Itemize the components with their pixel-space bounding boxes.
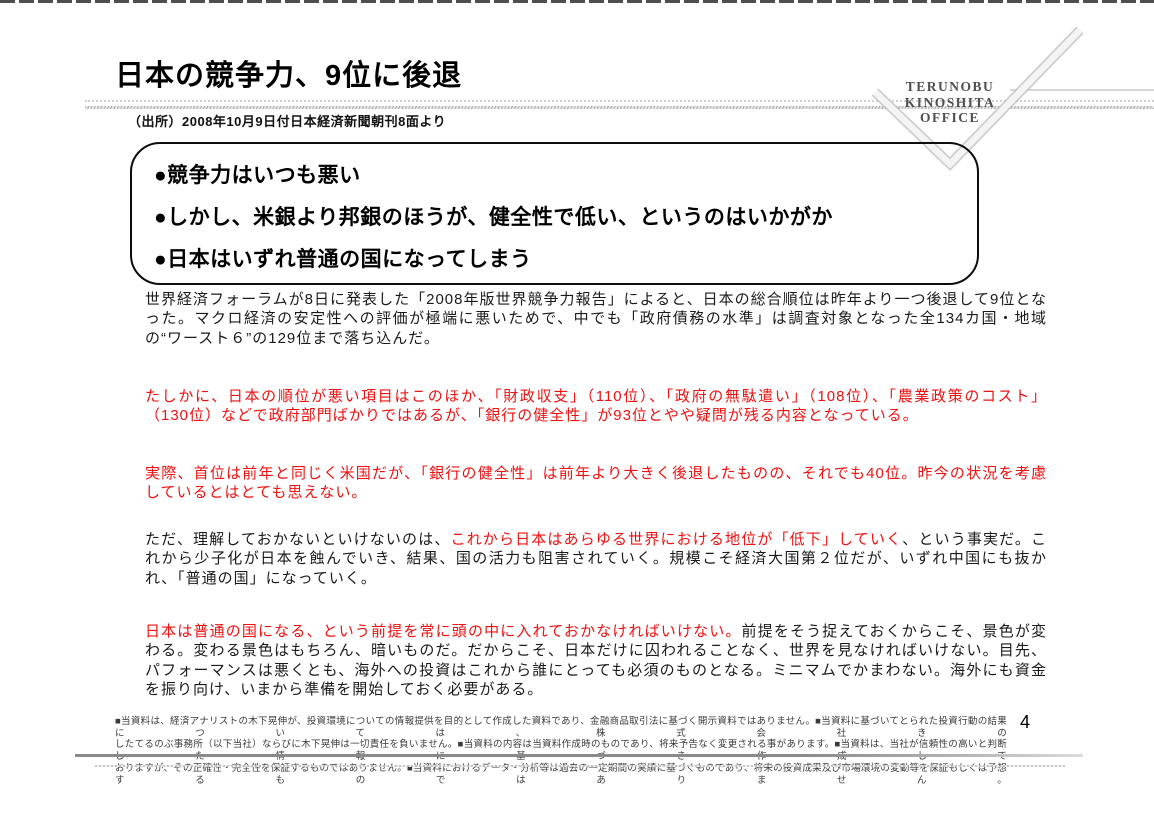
presentation-slide: 日本の競争力、9位に後退 （出所）2008年10月9日付日本経済新聞朝刊8面より… bbox=[0, 0, 1154, 817]
key-point-2: ●しかし、米銀より邦銀のほうが、健全性で低い、というのはいかがか bbox=[154, 197, 977, 239]
paragraph-segment-red: 実際、首位は前年と同じく米国だが、「銀行の健全性」は前年より大きく後退したものの… bbox=[145, 465, 1047, 501]
body-paragraph-2: たしかに、日本の順位が悪い項目はこのほか、「財政収支」（110位）、「政府の無駄… bbox=[145, 387, 1047, 426]
key-point-3: ●日本はいずれ普通の国になってしまう bbox=[154, 239, 977, 281]
disclaimer-line-2: したてるのぶ事務所（以下当社）ならびに木下晃伸は一切責任を負いません。■当資料の… bbox=[115, 739, 1007, 762]
page-number: 4 bbox=[1020, 712, 1030, 733]
bottom-divider-dark bbox=[75, 754, 1083, 757]
logo-line-1: TERUNOBU bbox=[870, 79, 1030, 95]
page-title: 日本の競争力、9位に後退 bbox=[115, 52, 462, 94]
body-paragraph-3: 実際、首位は前年と同じく米国だが、「銀行の健全性」は前年より大きく後退したものの… bbox=[145, 464, 1047, 503]
paragraph-segment-red: たしかに、日本の順位が悪い項目はこのほか、「財政収支」（110位）、「政府の無駄… bbox=[145, 388, 1047, 424]
paragraph-segment-black: 世界経済フォーラムが8日に発表した「2008年版世界競争力報告」によると、日本の… bbox=[145, 291, 1047, 347]
source-caption: （出所）2008年10月9日付日本経済新聞朝刊8面より bbox=[128, 111, 446, 130]
logo-line-3: OFFICE bbox=[870, 110, 1030, 126]
paragraph-segment-black: ただ、理解しておかないといけないのは、 bbox=[145, 531, 451, 548]
key-point-1: ●競争力はいつも悪い bbox=[154, 155, 977, 197]
disclaimer-footer: ■当資料は、経済アナリストの木下晃伸が、投資環境についての情報提供を目的として作… bbox=[115, 716, 1007, 786]
disclaimer-line-1: ■当資料は、経済アナリストの木下晃伸が、投資環境についての情報提供を目的として作… bbox=[115, 716, 1007, 739]
paragraph-segment-red: これから日本はあらゆる世界における地位が「低下」していく bbox=[451, 531, 903, 548]
top-dashed-divider bbox=[0, 0, 1154, 3]
logo-line-2: KINOSHITA bbox=[870, 95, 1030, 111]
body-paragraph-5: 日本は普通の国になる、という前提を常に頭の中に入れておかなければいけない。前提を… bbox=[145, 622, 1047, 700]
paragraph-segment-red: 日本は普通の国になる、という前提を常に頭の中に入れておかなければいけない。 bbox=[145, 623, 742, 640]
key-points-box: ●競争力はいつも悪い ●しかし、米銀より邦銀のほうが、健全性で低い、というのはい… bbox=[130, 142, 979, 285]
body-paragraph-4: ただ、理解しておかないといけないのは、これから日本はあらゆる世界における地位が「… bbox=[145, 530, 1047, 588]
bottom-divider-light bbox=[95, 765, 1065, 767]
body-paragraph-1: 世界経済フォーラムが8日に発表した「2008年版世界競争力報告」によると、日本の… bbox=[145, 290, 1047, 348]
office-logo: TERUNOBU KINOSHITA OFFICE bbox=[870, 79, 1030, 126]
